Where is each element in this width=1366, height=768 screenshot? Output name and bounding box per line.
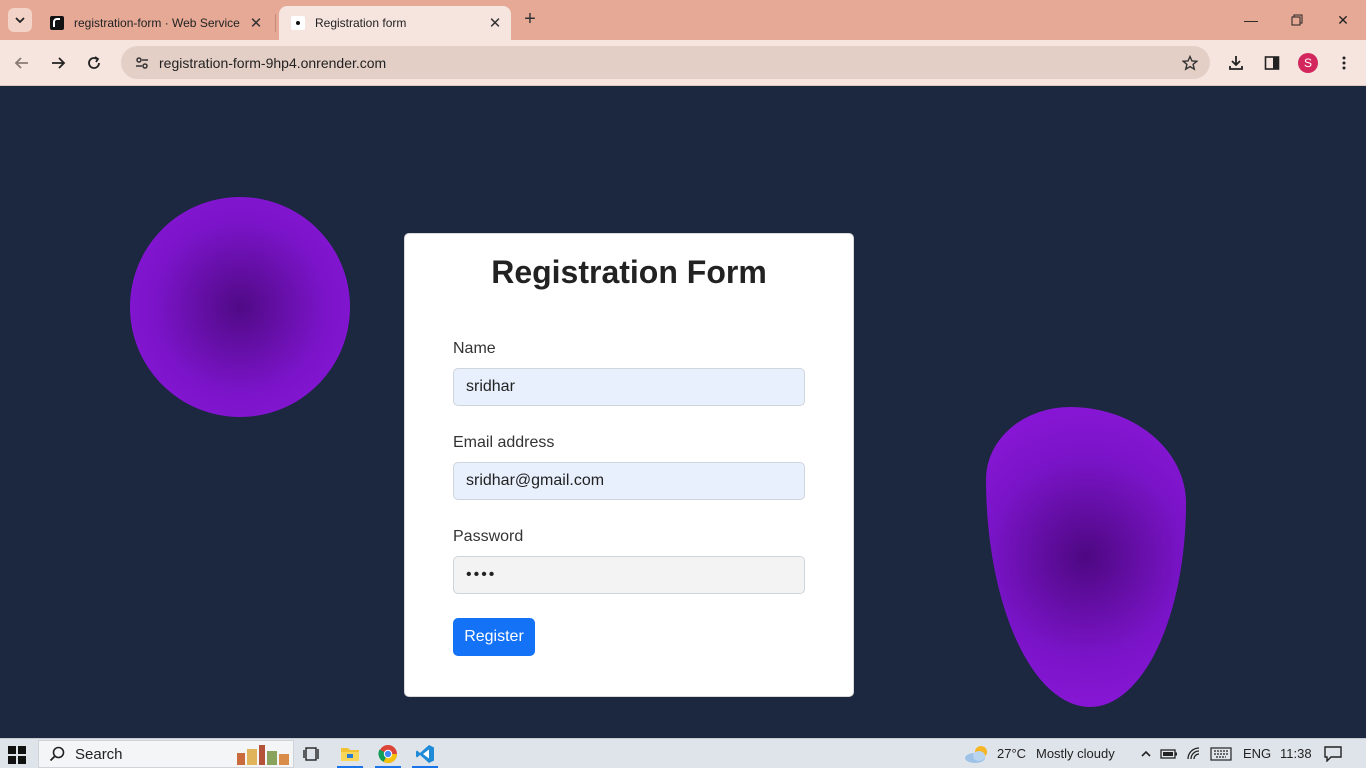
browser-menu-button[interactable]: [1331, 50, 1357, 76]
download-icon: [1229, 56, 1243, 70]
search-highlight-image: [237, 745, 289, 765]
tab-title: registration-form · Web Service: [74, 16, 240, 30]
restore-icon: [1291, 14, 1303, 26]
arrow-right-icon: [52, 57, 66, 69]
avatar: S: [1298, 53, 1318, 73]
page-content: Registration Form Name Email address Pas…: [0, 87, 1366, 738]
tab-title: Registration form: [315, 16, 407, 30]
battery-button[interactable]: [1158, 743, 1180, 765]
address-bar[interactable]: registration-form-9hp4.onrender.com: [121, 46, 1210, 79]
form-title: Registration Form: [491, 254, 767, 290]
arrow-left-icon: [14, 57, 28, 69]
more-vertical-icon: [1342, 56, 1346, 70]
chrome-taskbar-button[interactable]: [377, 743, 399, 765]
name-input[interactable]: [453, 368, 805, 406]
task-view-icon: [303, 747, 319, 761]
email-label: Email address: [453, 434, 555, 451]
password-label: Password: [453, 528, 524, 545]
name-label: Name: [453, 340, 496, 357]
forward-button[interactable]: [45, 50, 71, 76]
email-input[interactable]: [453, 462, 805, 500]
taskbar-search-box[interactable]: Search: [38, 740, 294, 768]
search-icon: [49, 746, 65, 762]
tab-strip: registration-form · Web Service ✕ Regist…: [0, 0, 1366, 40]
close-window-button[interactable]: ✕: [1320, 6, 1366, 34]
side-panel-icon: [1264, 56, 1280, 70]
keyboard-button[interactable]: [1210, 743, 1232, 765]
wifi-icon: [1187, 747, 1200, 760]
close-tab-icon[interactable]: ✕: [244, 14, 268, 32]
browser-toolbar: registration-form-9hp4.onrender.com S: [0, 40, 1366, 86]
minimize-button[interactable]: —: [1228, 6, 1274, 34]
show-hidden-icons-button[interactable]: [1135, 743, 1157, 765]
close-tab-icon[interactable]: ✕: [483, 14, 507, 32]
url-text: registration-form-9hp4.onrender.com: [159, 54, 387, 71]
clock[interactable]: 11:38: [1280, 746, 1312, 761]
input-language[interactable]: ENG: [1243, 746, 1271, 761]
tab-separator: [275, 14, 276, 32]
tab-web-service[interactable]: registration-form · Web Service ✕: [40, 6, 272, 40]
chat-bubble-icon: [1324, 746, 1342, 762]
taskbar: Search 27°C Mostly cloudy ENG 11:38: [0, 738, 1366, 768]
profile-button[interactable]: S: [1295, 50, 1321, 76]
chevron-up-icon: [1141, 750, 1151, 757]
decorative-circle: [130, 197, 350, 417]
tab-registration-form[interactable]: Registration form ✕: [279, 6, 511, 40]
network-button[interactable]: [1184, 743, 1206, 765]
decorative-blob: [986, 407, 1186, 707]
search-label: Search: [75, 745, 123, 763]
site-info-icon[interactable]: [125, 55, 159, 71]
weather-cloudy-icon: [965, 746, 987, 763]
reload-button[interactable]: [81, 50, 107, 76]
render-logo-icon: [50, 16, 64, 30]
downloads-button[interactable]: [1223, 50, 1249, 76]
chevron-down-icon: [15, 17, 25, 24]
side-panel-button[interactable]: [1259, 50, 1285, 76]
notifications-button[interactable]: [1322, 743, 1344, 765]
bookmark-star-icon[interactable]: [1170, 54, 1210, 71]
weather-description[interactable]: Mostly cloudy: [1036, 746, 1115, 761]
battery-icon: [1160, 749, 1177, 759]
restore-button[interactable]: [1274, 6, 1320, 34]
file-explorer-button[interactable]: [339, 743, 361, 765]
tab-search-button[interactable]: [8, 8, 32, 32]
page-favicon-icon: [291, 16, 305, 30]
reload-icon: [88, 56, 100, 69]
folder-icon: [341, 748, 359, 761]
password-input[interactable]: [453, 556, 805, 594]
weather-temperature[interactable]: 27°C: [997, 746, 1026, 761]
windows-start-icon[interactable]: [8, 746, 26, 764]
vscode-taskbar-button[interactable]: [414, 743, 436, 765]
new-tab-button[interactable]: +: [518, 8, 542, 32]
task-view-button[interactable]: [301, 743, 323, 765]
keyboard-icon: [1210, 747, 1232, 761]
chrome-icon: [378, 745, 397, 764]
registration-form: Registration Form Name Email address Pas…: [404, 233, 854, 697]
vscode-icon: [416, 745, 434, 763]
back-button[interactable]: [9, 50, 35, 76]
register-button[interactable]: Register: [453, 618, 535, 656]
